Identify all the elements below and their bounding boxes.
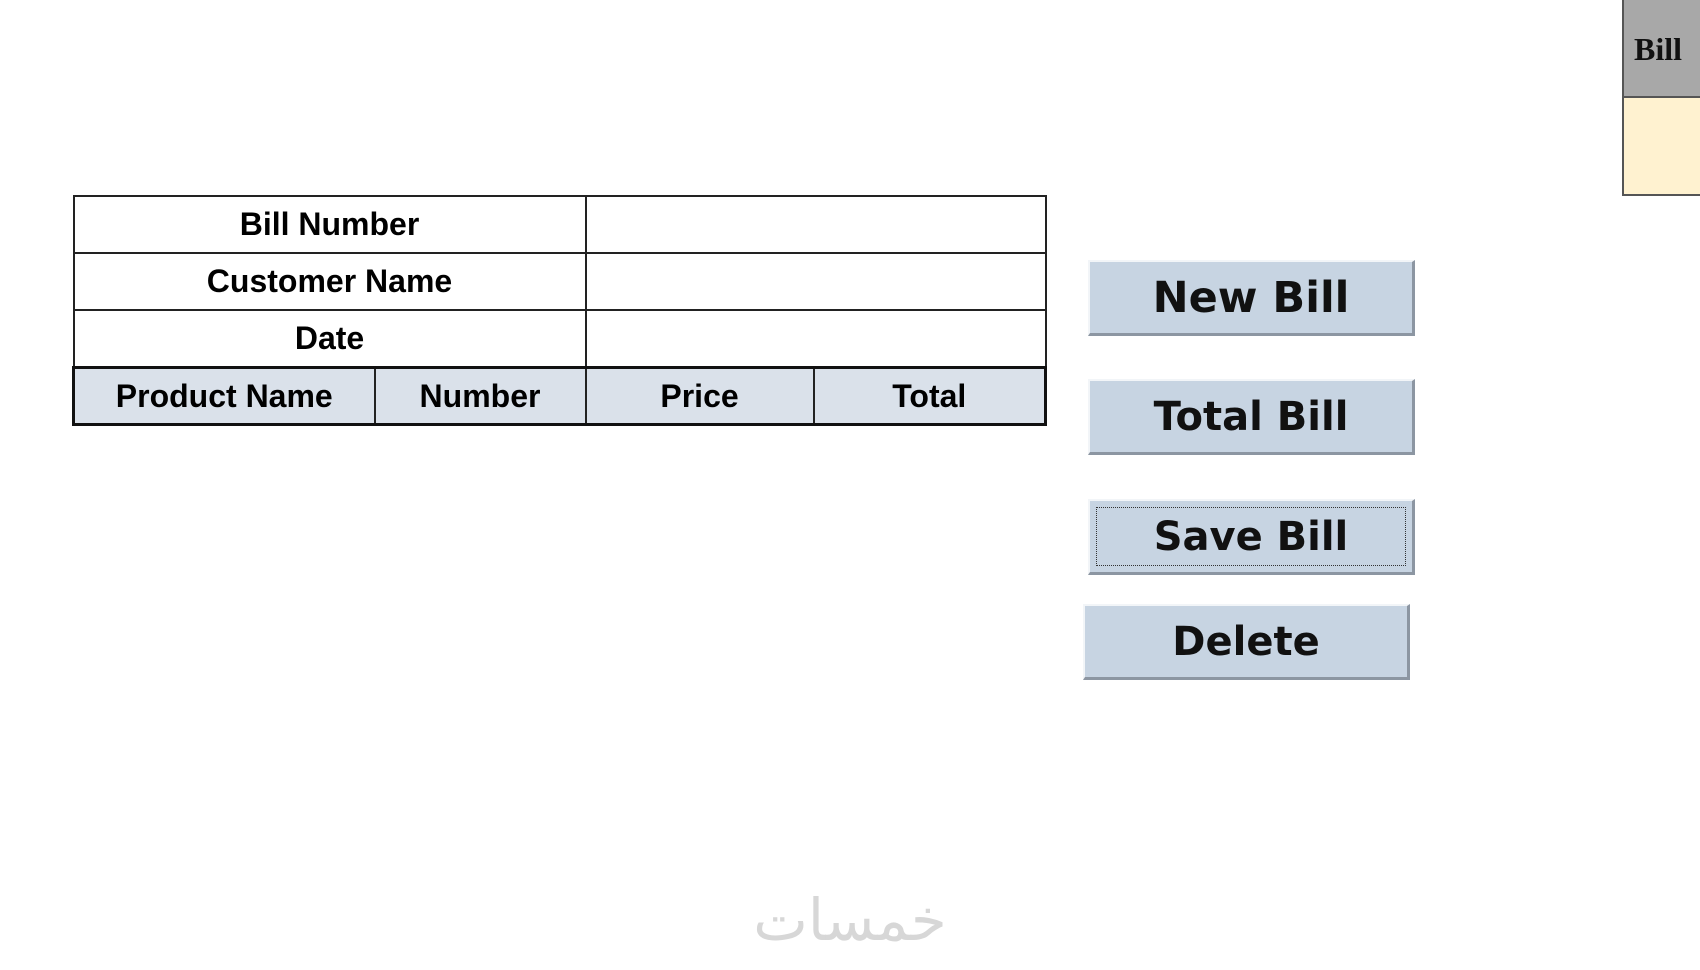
new-bill-button[interactable]: New Bill [1088, 260, 1415, 336]
date-row: Date [72, 309, 1047, 369]
column-header-number: Number [373, 366, 587, 426]
items-header-row: Product Name Number Price Total [72, 366, 1048, 426]
new-bill-label: New Bill [1152, 272, 1350, 323]
date-label: Date [72, 309, 587, 369]
worksheet: Bill Bill Number Customer Name Date Prod… [0, 0, 1700, 970]
bill-form-table: Bill Number Customer Name Date Product N… [72, 195, 1048, 426]
delete-label: Delete [1172, 618, 1320, 665]
save-bill-button[interactable]: Save Bill [1088, 499, 1415, 575]
total-bill-button[interactable]: Total Bill [1088, 379, 1415, 455]
side-panel: Bill [1622, 0, 1700, 196]
date-field[interactable] [584, 309, 1047, 369]
bill-number-field[interactable] [584, 195, 1047, 254]
side-panel-cell[interactable] [1622, 98, 1700, 196]
customer-name-field[interactable] [584, 252, 1047, 311]
column-header-product-name: Product Name [72, 366, 376, 426]
customer-name-label: Customer Name [72, 252, 587, 311]
bill-number-label: Bill Number [72, 195, 587, 254]
watermark-logo: خمسات [753, 886, 947, 954]
bill-number-row: Bill Number [72, 195, 1047, 254]
total-bill-label: Total Bill [1153, 393, 1349, 440]
save-bill-label: Save Bill [1153, 513, 1349, 560]
customer-name-row: Customer Name [72, 252, 1047, 311]
column-header-total: Total [812, 366, 1048, 426]
side-panel-header[interactable]: Bill [1622, 0, 1700, 98]
delete-button[interactable]: Delete [1083, 604, 1410, 680]
column-header-price: Price [584, 366, 815, 426]
